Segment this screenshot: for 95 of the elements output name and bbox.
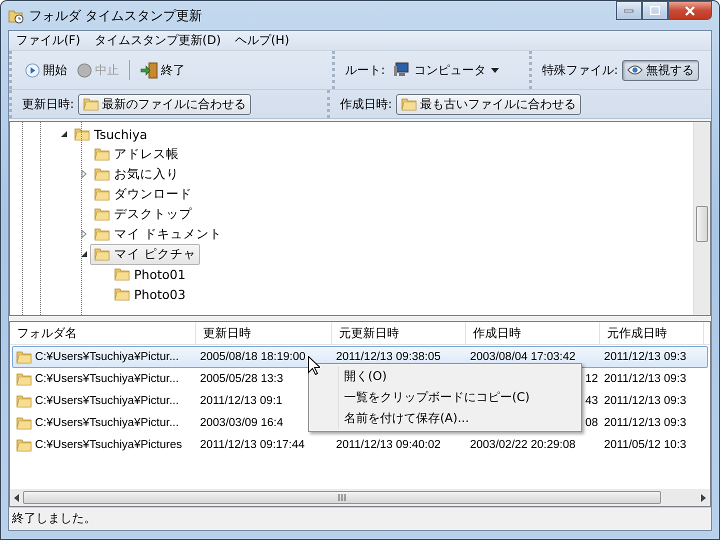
- folder-icon: [94, 226, 110, 242]
- column-header[interactable]: フォルダ名: [10, 322, 196, 344]
- table-cell: 2003/08/04 17:03:42: [470, 351, 576, 363]
- table-cell: C:¥Users¥Tsuchiya¥Pictur...: [35, 395, 179, 407]
- folder-icon: [94, 206, 110, 222]
- collapse-arrow-icon[interactable]: [60, 130, 68, 138]
- column-header[interactable]: 元作成日時: [600, 322, 704, 344]
- tree-item[interactable]: Photo03: [110, 284, 190, 304]
- special-files-label: 特殊ファイル:: [542, 62, 618, 78]
- table-cell: C:¥Users¥Tsuchiya¥Pictur...: [35, 351, 179, 363]
- folder-icon: [94, 246, 110, 262]
- folder-icon: [16, 349, 32, 365]
- column-header[interactable]: 更新日時: [196, 322, 332, 344]
- root-dropdown[interactable]: コンピュータ: [389, 60, 504, 80]
- folder-icon: [94, 146, 110, 162]
- folder-icon: [16, 415, 32, 431]
- table-cell: 2011/05/12 10:3: [604, 439, 686, 451]
- selected-row[interactable]: C:¥Users¥Tsuchiya¥Pictur... 2005/08/18 18:19:00 2011/12/13 09:38:05 2003/08/04 17:03:42 2011/12/13 09:3: [12, 346, 708, 368]
- collapse-arrow-icon[interactable]: [80, 250, 88, 258]
- table-cell: 2011/12/13 09:3: [604, 417, 686, 429]
- expand-arrow-icon[interactable]: [80, 230, 88, 238]
- status-text: 終了しました。: [12, 510, 96, 527]
- tree-item[interactable]: マイ ピクチャ: [90, 244, 200, 264]
- tree-item[interactable]: ダウンロード: [90, 184, 196, 204]
- folder-tree[interactable]: Tsuchiya アドレス帳 お気に入り ダウンロード デスクトップ マイ ドキュメント マイ ピクチャ Photo01 Photo03: [9, 121, 711, 316]
- table-cell: 12: [585, 373, 598, 385]
- column-header[interactable]: 元更新日時: [332, 322, 466, 344]
- close-icon: [685, 6, 695, 16]
- vertical-scrollbar[interactable]: [693, 122, 710, 315]
- table-cell: C:¥Users¥Tsuchiya¥Pictures: [35, 439, 182, 451]
- eye-icon: [627, 64, 644, 76]
- scroll-left-icon[interactable]: [14, 494, 19, 502]
- start-button[interactable]: 開始: [22, 60, 70, 80]
- expand-arrow-icon[interactable]: [80, 170, 88, 178]
- exit-door-icon: [140, 62, 158, 78]
- table-cell: 43: [585, 395, 598, 407]
- table-cell: 2011/12/13 09:3: [604, 395, 686, 407]
- table-cell: 2011/12/13 09:3: [604, 373, 686, 385]
- folder-icon: [94, 166, 110, 182]
- table-cell: 2005/08/18 18:19:00: [200, 351, 306, 363]
- menu-item[interactable]: ファイル(F): [9, 32, 88, 49]
- table-cell: 2011/12/13 09:17:44: [200, 439, 305, 451]
- window-title: フォルダ タイムスタンプ更新: [29, 8, 204, 24]
- exit-button[interactable]: 終了: [137, 60, 188, 80]
- column-header[interactable]: 作成日時: [466, 322, 600, 344]
- tree-item[interactable]: Tsuchiya: [70, 124, 152, 144]
- tree-item[interactable]: デスクトップ: [90, 204, 196, 224]
- folder-icon: [74, 126, 90, 142]
- root-label: ルート:: [345, 62, 386, 78]
- play-icon: [25, 62, 40, 78]
- dropdown-caret-icon: [491, 68, 500, 72]
- folder-icon: [16, 393, 32, 409]
- table-cell: 2003/03/09 16:4: [200, 417, 284, 429]
- folder-icon: [114, 286, 130, 302]
- close-button[interactable]: [668, 1, 712, 20]
- tree-item[interactable]: Photo01: [110, 264, 190, 284]
- created-date-label: 作成日時:: [340, 96, 392, 112]
- table-cell: C:¥Users¥Tsuchiya¥Pictur...: [35, 373, 179, 385]
- computer-icon: [393, 62, 410, 78]
- tree-item[interactable]: マイ ドキュメント: [90, 224, 226, 244]
- table-cell: 2003/02/22 20:29:08: [470, 439, 576, 451]
- table-cell: 2011/12/13 09:40:02: [336, 439, 441, 451]
- folder-icon: [94, 186, 110, 202]
- folder-icon: [83, 96, 100, 112]
- minimize-icon: [624, 8, 634, 12]
- minimize-button[interactable]: [616, 1, 642, 20]
- match-newest-button[interactable]: 最新のファイルに合わせる: [78, 94, 252, 114]
- stop-icon: [77, 62, 92, 78]
- maximize-button[interactable]: [642, 1, 668, 20]
- folder-list[interactable]: [9, 321, 711, 507]
- folder-icon: [114, 266, 130, 282]
- tree-item[interactable]: アドレス帳: [90, 144, 183, 164]
- tree-item[interactable]: お気に入り: [90, 164, 183, 184]
- table-cell: 2011/12/13 09:38:05: [336, 351, 441, 363]
- scroll-right-icon[interactable]: [701, 494, 706, 502]
- folder-icon: [16, 437, 32, 453]
- table-cell: C:¥Users¥Tsuchiya¥Pictur...: [35, 417, 179, 429]
- mouse-cursor-icon: [308, 356, 320, 375]
- grip-icon: [338, 494, 346, 501]
- table-cell: 08: [585, 417, 598, 429]
- context-menu-item[interactable]: 一覧をクリップボードにコピー(C): [311, 387, 579, 408]
- menu-item[interactable]: ヘルプ(H): [228, 32, 296, 49]
- folder-clock-icon: [8, 8, 24, 24]
- ignore-toggle-button[interactable]: 無視する: [622, 60, 700, 80]
- modified-date-label: 更新日時:: [22, 96, 74, 112]
- table-cell: 2005/05/28 13:3: [200, 373, 284, 385]
- folder-icon: [401, 96, 418, 112]
- menu-item[interactable]: タイムスタンプ更新(D): [87, 32, 228, 49]
- context-menu-item[interactable]: 名前を付けて保存(A)...: [311, 408, 579, 429]
- match-oldest-button[interactable]: 最も古いファイルに合わせる: [396, 94, 582, 114]
- folder-icon: [16, 371, 32, 387]
- maximize-icon: [650, 6, 660, 15]
- context-menu-item[interactable]: 開く(O): [311, 366, 579, 387]
- table-cell: 2011/12/13 09:1: [200, 395, 282, 407]
- table-cell: 2011/12/13 09:3: [604, 351, 686, 363]
